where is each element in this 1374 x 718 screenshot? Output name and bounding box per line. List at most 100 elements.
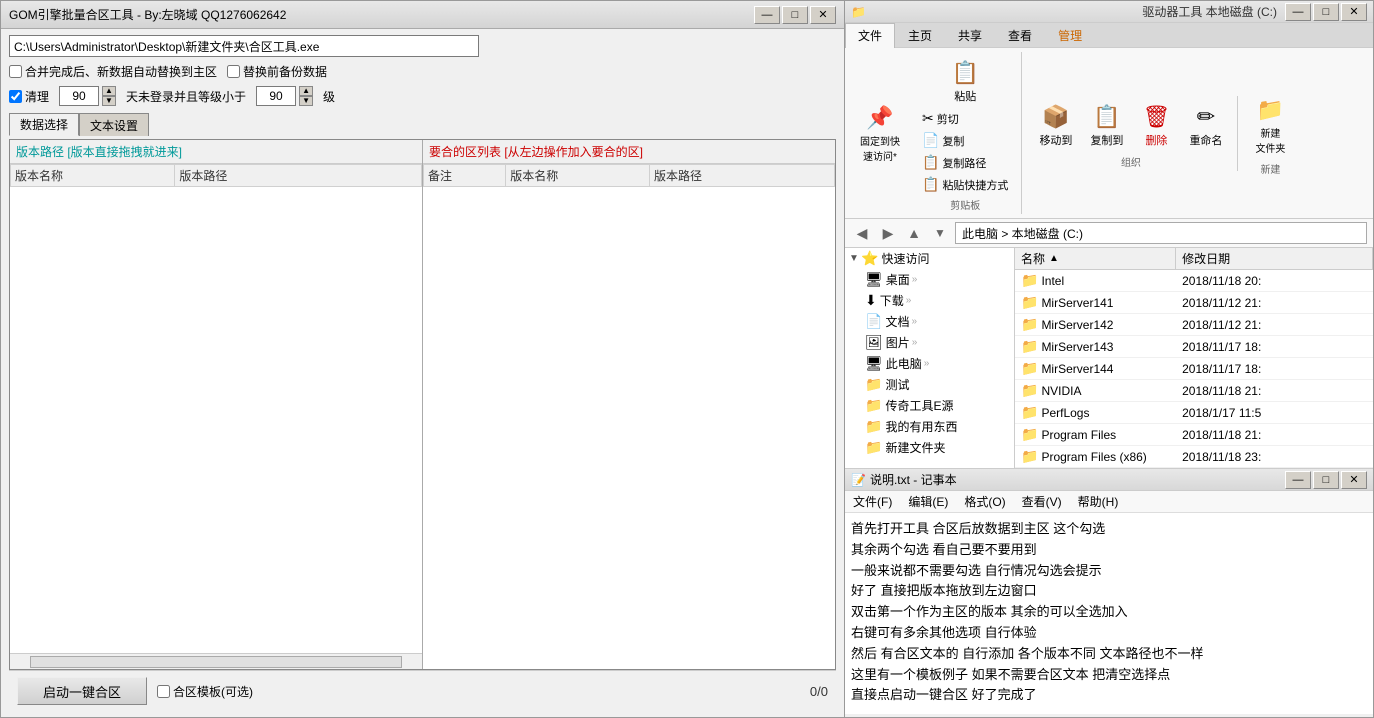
- col-date-header[interactable]: 修改日期: [1176, 248, 1373, 269]
- file-date-cell: 2018/11/18 20:: [1176, 273, 1373, 289]
- tree-item-tools[interactable]: 📁 传奇工具E源: [845, 395, 1014, 416]
- tree-item-pictures[interactable]: 🖼 图片 »: [845, 332, 1014, 353]
- auto-replace-checkbox[interactable]: [9, 65, 22, 78]
- delete-label: 删除: [1145, 132, 1167, 148]
- pictures-arrow: »: [912, 337, 918, 348]
- tree-item-quick-access[interactable]: ▼ ⭐ 快速访问: [845, 248, 1014, 269]
- minimize-button[interactable]: —: [754, 6, 780, 24]
- clean-increment-button[interactable]: ▲: [102, 86, 116, 96]
- level-increment-button[interactable]: ▲: [299, 86, 313, 96]
- copy-button[interactable]: 📄 复制: [917, 130, 1013, 151]
- left-table-area: 版本路径 [版本直接拖拽就进来] 版本名称 版本路径: [10, 140, 423, 669]
- notepad-maximize-button[interactable]: □: [1313, 471, 1339, 489]
- left-data-table: 版本名称 版本路径: [10, 164, 422, 187]
- tab-data-select[interactable]: 数据选择: [9, 113, 79, 136]
- ribbon-tab-view[interactable]: 查看: [995, 23, 1045, 47]
- backup-checkbox-label[interactable]: 替换前备份数据: [227, 63, 327, 80]
- level-decrement-button[interactable]: ▼: [299, 96, 313, 106]
- path-row: [9, 35, 836, 57]
- clean-checkbox-label[interactable]: 清理: [9, 88, 49, 105]
- path-input[interactable]: [9, 35, 479, 57]
- paste-label: 粘贴: [954, 88, 976, 104]
- forward-button[interactable]: ▶: [877, 223, 899, 243]
- left-h-scrollbar[interactable]: [30, 656, 402, 668]
- menu-format[interactable]: 格式(O): [956, 491, 1013, 512]
- list-item[interactable]: 📁 MirServer144 2018/11/17 18:: [1015, 358, 1373, 380]
- menu-help[interactable]: 帮助(H): [1070, 491, 1127, 512]
- paste-shortcut-button[interactable]: 📋 粘贴快捷方式: [917, 174, 1013, 195]
- clean-value-input[interactable]: [59, 86, 99, 106]
- notepad-minimize-button[interactable]: —: [1285, 471, 1311, 489]
- folder-icon: 📁: [1021, 426, 1038, 443]
- file-date-cell: 2018/11/12 21:: [1176, 295, 1373, 311]
- paste-button[interactable]: 📋 粘贴: [943, 54, 987, 108]
- tree-thispc-label: 此电脑: [886, 355, 922, 372]
- days-label: 天未登录并且等级小于: [126, 88, 246, 105]
- auto-replace-checkbox-label[interactable]: 合并完成后、新数据自动替换到主区: [9, 63, 217, 80]
- copy-icon: 📄: [922, 132, 939, 149]
- counter-display: 0/0: [810, 684, 828, 699]
- recent-button[interactable]: ▼: [929, 223, 951, 243]
- ribbon-tab-home[interactable]: 主页: [895, 23, 945, 47]
- address-input[interactable]: [955, 222, 1367, 244]
- tree-item-downloads[interactable]: ⬇ 下载 »: [845, 290, 1014, 311]
- file-list[interactable]: 名称 ▲ 修改日期 📁 Intel 2018/11/18 20: 📁 MirSe…: [1015, 248, 1373, 468]
- new-folder-button[interactable]: 📁 新建文件夹: [1248, 91, 1292, 159]
- move-to-button[interactable]: 📦 移动到: [1032, 98, 1079, 152]
- tree-item-useful[interactable]: 📁 我的有用东西: [845, 416, 1014, 437]
- copy-path-button[interactable]: 📋 复制路径: [917, 152, 1013, 173]
- clean-decrement-button[interactable]: ▼: [102, 96, 116, 106]
- col-name-header[interactable]: 名称 ▲: [1015, 248, 1176, 269]
- menu-edit[interactable]: 编辑(E): [900, 491, 956, 512]
- explorer-close-button[interactable]: ✕: [1341, 3, 1367, 21]
- maximize-button[interactable]: □: [782, 6, 808, 24]
- list-item[interactable]: 📁 Intel 2018/11/18 20:: [1015, 270, 1373, 292]
- list-item[interactable]: 📁 MirServer141 2018/11/12 21:: [1015, 292, 1373, 314]
- clean-checkbox[interactable]: [9, 90, 22, 103]
- left-table-scroll[interactable]: 版本名称 版本路径: [10, 164, 422, 653]
- delete-button[interactable]: 🗑 删除: [1134, 98, 1178, 152]
- notepad-line: 其余两个勾选 看自己要不要用到: [851, 540, 1367, 561]
- notepad-line: 首先打开工具 合区后放数据到主区 这个勾选: [851, 519, 1367, 540]
- file-name-cell: 📁 MirServer144: [1015, 359, 1176, 378]
- menu-file[interactable]: 文件(F): [845, 491, 900, 512]
- folder-icon: 📁: [1021, 448, 1038, 465]
- start-merge-button[interactable]: 启动一键合区: [17, 677, 147, 705]
- tree-item-documents[interactable]: 📄 文档 »: [845, 311, 1014, 332]
- back-button[interactable]: ◀: [851, 223, 873, 243]
- ribbon-tab-file[interactable]: 文件: [845, 23, 895, 48]
- template-checkbox[interactable]: [157, 685, 170, 698]
- tab-text-settings[interactable]: 文本设置: [79, 113, 149, 136]
- ribbon-tab-share[interactable]: 共享: [945, 23, 995, 47]
- tree-item-desktop[interactable]: 🖥 桌面 »: [845, 269, 1014, 290]
- pin-to-quick-access-button[interactable]: 📌 固定到快速访问*: [853, 99, 907, 167]
- backup-checkbox[interactable]: [227, 65, 240, 78]
- tree-item-thispc[interactable]: 🖥 此电脑 »: [845, 353, 1014, 374]
- menu-view[interactable]: 查看(V): [1014, 491, 1070, 512]
- close-button[interactable]: ✕: [810, 6, 836, 24]
- tree-item-new-folder[interactable]: 📁 新建文件夹: [845, 437, 1014, 458]
- copy-to-button[interactable]: 📋 复制到: [1083, 98, 1130, 152]
- template-checkbox-label[interactable]: 合区模板(可选): [157, 683, 253, 700]
- level-value-input[interactable]: [256, 86, 296, 106]
- up-button[interactable]: ▲: [903, 223, 925, 243]
- ribbon-tab-manage[interactable]: 管理: [1045, 23, 1095, 47]
- notepad-close-button[interactable]: ✕: [1341, 471, 1367, 489]
- list-item[interactable]: 📁 Program Files (x86) 2018/11/18 23:: [1015, 446, 1373, 468]
- explorer-minimize-button[interactable]: —: [1285, 3, 1311, 21]
- test-icon: 📁: [865, 376, 882, 393]
- list-item[interactable]: 📁 Program Files 2018/11/18 21:: [1015, 424, 1373, 446]
- rename-button[interactable]: ✏ 重命名: [1182, 98, 1229, 152]
- nav-tree[interactable]: ▼ ⭐ 快速访问 🖥 桌面 » ⬇ 下载 » 📄 文档 » 🖼 图片: [845, 248, 1015, 468]
- list-item[interactable]: 📁 MirServer142 2018/11/12 21:: [1015, 314, 1373, 336]
- list-item[interactable]: 📁 NVIDIA 2018/11/18 21:: [1015, 380, 1373, 402]
- explorer-maximize-button[interactable]: □: [1313, 3, 1339, 21]
- new-folder-icon: 📁: [1255, 95, 1285, 125]
- move-to-label: 移动到: [1039, 132, 1072, 148]
- file-name: MirServer141: [1041, 296, 1113, 310]
- right-table-scroll[interactable]: 备注 版本名称 版本路径: [423, 164, 835, 669]
- tree-item-test[interactable]: 📁 测试: [845, 374, 1014, 395]
- cut-button[interactable]: ✂ 剪切: [917, 108, 1013, 129]
- list-item[interactable]: 📁 PerfLogs 2018/1/17 11:5: [1015, 402, 1373, 424]
- list-item[interactable]: 📁 MirServer143 2018/11/17 18:: [1015, 336, 1373, 358]
